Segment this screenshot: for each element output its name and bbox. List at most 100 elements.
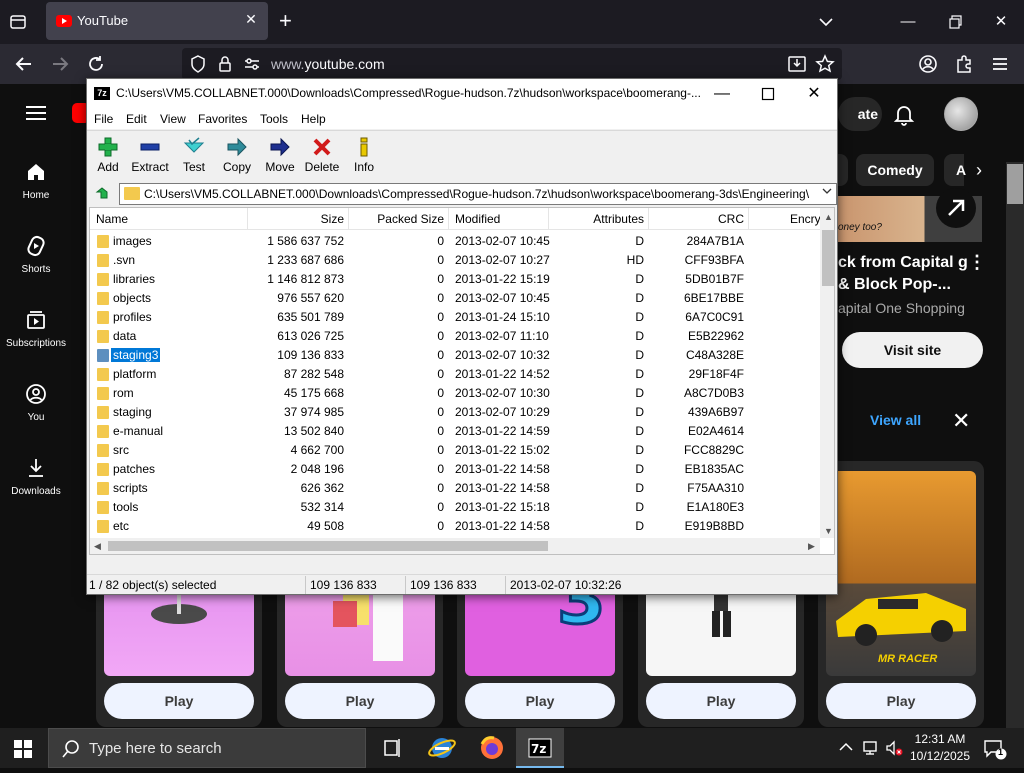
chip-scroll-right-icon[interactable]: › [964, 154, 994, 186]
taskbar-app-ie[interactable] [418, 728, 466, 768]
file-row[interactable]: tools 532 314 0 2013-01-22 15:18 D E1A180E3 [90, 498, 822, 517]
game-thumbnail[interactable]: MR RACER [826, 471, 976, 676]
page-scrollbar-thumb[interactable] [1007, 164, 1023, 204]
nav-you[interactable]: You [0, 382, 72, 423]
play-button[interactable]: Play [826, 683, 976, 719]
file-row[interactable]: scripts 626 362 0 2013-01-22 14:58 D F75AA310 [90, 479, 822, 498]
chip-comedy[interactable]: Comedy [856, 154, 934, 186]
ad-title[interactable]: ck from Capital g & Block Pop-... [838, 252, 978, 296]
taskbar-app-firefox[interactable] [468, 728, 516, 768]
file-row[interactable]: objects 976 557 620 0 2013-02-07 10:45 D 6BE1… [90, 289, 822, 308]
menu-tools[interactable]: Tools [260, 112, 288, 126]
hamburger-menu-icon[interactable] [26, 106, 46, 120]
nav-shorts[interactable]: Shorts [0, 234, 72, 275]
scroll-left-arrow-icon[interactable]: ◀ [94, 541, 101, 552]
file-list-vertical-scrollbar[interactable]: ▲ ▼ [820, 208, 834, 538]
more-options-icon[interactable]: ⋮ [968, 252, 986, 273]
7zip-maximize-icon[interactable] [745, 79, 791, 109]
network-icon[interactable] [861, 738, 881, 763]
column-divider[interactable] [448, 208, 449, 230]
menu-file[interactable]: File [94, 112, 113, 126]
menu-edit[interactable]: Edit [126, 112, 147, 126]
nav-subscriptions[interactable]: Subscriptions [0, 308, 72, 349]
column-divider[interactable] [548, 208, 549, 230]
close-shelf-icon[interactable]: ✕ [952, 410, 970, 432]
scroll-down-arrow-icon[interactable]: ▼ [824, 526, 833, 536]
file-row[interactable]: data 613 026 725 0 2013-02-07 11:10 D E5B2296… [90, 327, 822, 346]
volume-muted-icon[interactable] [884, 738, 904, 763]
file-row[interactable]: libraries 1 146 812 873 0 2013-01-22 15:19 D… [90, 270, 822, 289]
site-permissions-icon[interactable] [242, 54, 262, 79]
column-modified[interactable]: Modified [455, 212, 500, 226]
delete-button[interactable]: Delete [301, 134, 343, 178]
play-button[interactable]: Play [285, 683, 435, 719]
browser-restore-icon[interactable] [943, 10, 967, 34]
column-crc[interactable]: CRC [652, 212, 744, 226]
taskbar-clock[interactable]: 12:31 AM 10/12/2025 [905, 731, 975, 765]
info-button[interactable]: Info [343, 134, 385, 178]
menu-favorites[interactable]: Favorites [198, 112, 247, 126]
copy-button[interactable]: Copy [216, 134, 258, 178]
menu-help[interactable]: Help [301, 112, 326, 126]
column-size[interactable]: Size [250, 212, 344, 226]
file-row[interactable]: rom 45 175 668 0 2013-02-07 10:30 D A8C7D0B3 [90, 384, 822, 403]
7zip-minimize-icon[interactable]: — [699, 79, 745, 109]
file-row[interactable]: staging 37 974 985 0 2013-02-07 10:29 D 439A6… [90, 403, 822, 422]
create-button[interactable]: ate [838, 97, 882, 131]
notifications-icon[interactable]: 1 [982, 737, 1008, 766]
file-row[interactable]: .svn 1 233 687 686 0 2013-02-07 10:27 HD CFF9… [90, 251, 822, 270]
taskbar-app-7zip[interactable]: 7z [516, 728, 564, 768]
tab-overview-icon[interactable] [8, 12, 30, 32]
lock-icon[interactable] [216, 54, 234, 79]
extract-button[interactable]: Extract [129, 134, 171, 178]
vertical-scrollbar-thumb[interactable] [822, 230, 834, 286]
view-all-link[interactable]: View all [870, 412, 921, 428]
browser-minimize-icon[interactable]: — [896, 10, 920, 34]
file-list[interactable]: Name Size Packed Size Modified Attribute… [89, 207, 835, 555]
windows-start-icon[interactable] [14, 740, 32, 758]
scroll-up-arrow-icon[interactable]: ▲ [824, 212, 833, 222]
file-row[interactable]: images 1 586 637 752 0 2013-02-07 10:45 D 284… [90, 232, 822, 251]
scroll-right-arrow-icon[interactable]: ▶ [808, 541, 815, 552]
save-to-device-icon[interactable] [786, 53, 808, 80]
game-card[interactable]: MR RACER Play [818, 461, 984, 727]
up-folder-icon[interactable] [93, 185, 109, 201]
chip-partial[interactable] [838, 154, 848, 186]
column-divider[interactable] [348, 208, 349, 230]
file-row[interactable]: e-manual 13 502 840 0 2013-01-22 14:59 D E02A… [90, 422, 822, 441]
file-row[interactable]: src 4 662 700 0 2013-01-22 15:02 D FCC8829C [90, 441, 822, 460]
column-attributes[interactable]: Attributes [552, 212, 644, 226]
horizontal-scrollbar-thumb[interactable] [108, 541, 548, 551]
file-row[interactable]: staging3 109 136 833 0 2013-02-07 10:32 D C48… [90, 346, 822, 365]
page-scrollbar[interactable] [1006, 162, 1024, 728]
forward-arrow-icon[interactable] [48, 52, 72, 76]
column-divider[interactable] [748, 208, 749, 230]
show-hidden-icons-chevron-icon[interactable] [838, 739, 854, 760]
notifications-bell-icon[interactable] [893, 102, 915, 131]
new-tab-button[interactable]: + [279, 10, 292, 32]
browser-close-icon[interactable]: ✕ [989, 10, 1013, 34]
file-row[interactable]: patches 2 048 196 0 2013-01-22 14:58 D EB1835… [90, 460, 822, 479]
play-button[interactable]: Play [465, 683, 615, 719]
address-bar[interactable]: www.youtube.com [182, 48, 842, 80]
bookmark-star-icon[interactable] [814, 53, 836, 80]
file-list-horizontal-scrollbar[interactable]: ◀ ▶ [90, 538, 820, 554]
chip-next[interactable]: A [944, 154, 966, 186]
column-name[interactable]: Name [96, 212, 128, 226]
tab-youtube[interactable]: YouTube ✕ [46, 2, 268, 40]
menu-view[interactable]: View [160, 112, 186, 126]
tracking-shield-icon[interactable] [188, 53, 208, 80]
nav-home[interactable]: Home [0, 160, 72, 201]
taskbar-search-box[interactable]: Type here to search [48, 728, 366, 768]
file-row[interactable]: platform 87 282 548 0 2013-01-22 14:52 D 29F1… [90, 365, 822, 384]
play-button[interactable]: Play [104, 683, 254, 719]
account-icon[interactable] [916, 52, 940, 76]
column-divider[interactable] [247, 208, 248, 230]
column-packed-size[interactable]: Packed Size [352, 212, 444, 226]
play-button[interactable]: Play [646, 683, 796, 719]
url-text[interactable]: www.youtube.com [271, 56, 385, 72]
reload-icon[interactable] [84, 52, 108, 76]
7zip-close-icon[interactable]: ✕ [791, 79, 837, 109]
nav-downloads[interactable]: Downloads [0, 456, 72, 497]
tab-close-icon[interactable]: ✕ [242, 10, 260, 28]
